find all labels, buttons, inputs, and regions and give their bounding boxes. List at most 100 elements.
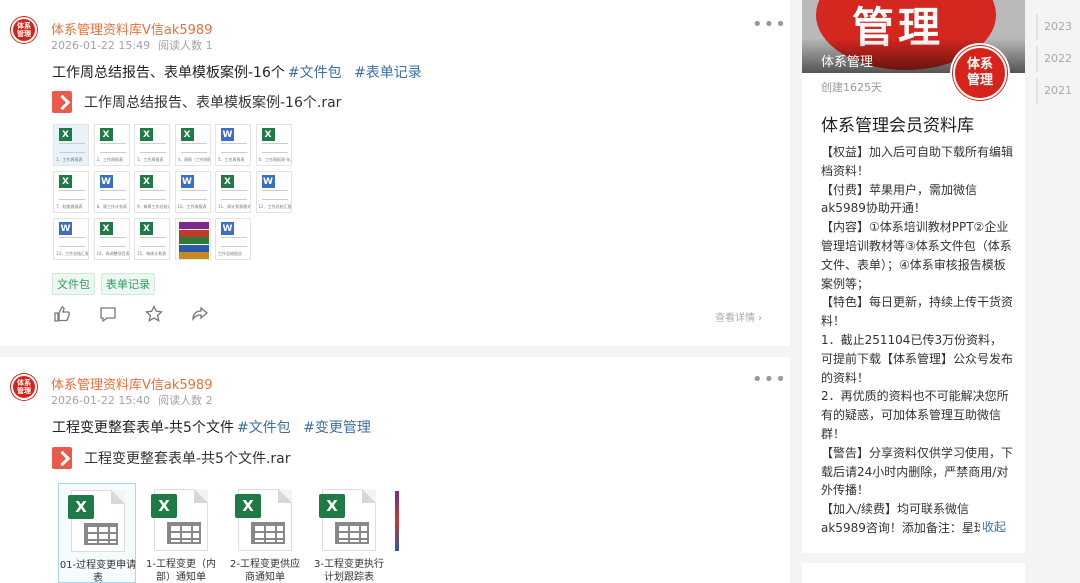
- thumbnail-caption: 6、工作周报表-年度工作周报表: [258, 157, 291, 162]
- document-icon: X: [151, 489, 208, 551]
- thumbnail-caption: 14、周调整项目表: [96, 251, 129, 256]
- post-actions: [52, 304, 210, 324]
- file-thumbnail[interactable]: W 8、周工作计划表: [93, 171, 130, 213]
- sheet-lines: [59, 190, 85, 200]
- year-link[interactable]: 2021: [1036, 78, 1080, 104]
- attachment-name: 工作周总结报告、表单模板案例-16个.rar: [84, 95, 342, 111]
- caption-line: 1-工程变更（内: [146, 559, 216, 570]
- more-icon[interactable]: •••: [752, 369, 787, 390]
- caption-line: 部）通知单: [156, 572, 206, 583]
- sheet-lines: [221, 190, 247, 200]
- like-icon[interactable]: [52, 304, 72, 324]
- thumbnail-caption: 10、工作周报表: [177, 204, 207, 209]
- post-author[interactable]: 体系管理资料库V信ak5989: [51, 19, 212, 38]
- thumbnail-caption: 15、每周计划表（新: [137, 251, 169, 256]
- sheet-lines: [261, 143, 288, 153]
- post-title[interactable]: 工程变更整套表单-共5个文件 #文件包 #变更管理: [52, 417, 371, 437]
- post-reads: 阅读人数 1: [158, 39, 213, 52]
- hashtag-link[interactable]: #表单记录: [354, 65, 422, 81]
- sheet-lines: [140, 143, 166, 153]
- caption-line: 01-过程变更申请: [59, 560, 137, 571]
- excel-icon: X: [140, 128, 153, 141]
- year-link[interactable]: 2022: [1036, 46, 1080, 72]
- file-icon: [52, 91, 72, 113]
- description-paragraph: 【特色】每日更新，持续上传干货资料！: [821, 295, 1013, 329]
- year-link[interactable]: 2023: [1036, 14, 1080, 40]
- avatar[interactable]: 体系管理: [11, 374, 37, 400]
- thumbnail-caption: 2、工作周报表: [96, 157, 124, 162]
- file-thumbnail[interactable]: X 2、工作周报表: [93, 124, 130, 166]
- hashtag-link[interactable]: #文件包: [237, 420, 291, 436]
- post-author[interactable]: 体系管理资料库V信ak5989: [51, 374, 212, 393]
- post-time: 2026-01-22 15:49: [51, 39, 151, 52]
- caption-line: 表: [93, 573, 103, 583]
- file-thumbnail[interactable]: W 13、工作总结汇报表: [53, 218, 89, 260]
- caption-line: 3-工程变更执行: [314, 559, 384, 570]
- file-thumbnail[interactable]: X 2-工程变更供应 商通知单: [226, 483, 304, 583]
- word-icon: W: [59, 222, 72, 235]
- comment-icon[interactable]: [98, 304, 118, 324]
- file-thumbnail[interactable]: X 4、周报（工作周报表: [174, 124, 211, 166]
- excel-icon: X: [140, 175, 153, 188]
- post-title[interactable]: 工作周总结报告、表单模板案例-16个 #文件包 #表单记录: [52, 62, 422, 82]
- file-icon: [52, 447, 72, 469]
- excel-icon: X: [151, 494, 177, 518]
- view-detail-link[interactable]: 查看详情 ›: [715, 309, 762, 324]
- description-paragraph: 【付费】苹果用户，需加微信ak5989协助开通！: [821, 182, 978, 216]
- file-thumbnail[interactable]: [174, 218, 211, 260]
- rar-band: [178, 229, 209, 237]
- topic-chips: 文件包 表单记录: [52, 273, 155, 295]
- file-thumbnail[interactable]: W 12、工作总结汇报表: [255, 171, 292, 213]
- file-thumbnail-partial[interactable]: [395, 491, 399, 551]
- thumbnail-caption: 9、每周工作总结计划: [137, 204, 169, 209]
- file-thumbnail[interactable]: X 01-过程变更申请表: [58, 483, 136, 583]
- file-thumbnail[interactable]: X 3、工作周报表: [134, 124, 170, 166]
- description-paragraph: 【权益】加入后可自助下载所有编辑档资料！: [821, 145, 1013, 178]
- star-icon[interactable]: [144, 304, 164, 324]
- sheet-lines: [99, 237, 126, 247]
- file-thumbnail[interactable]: X 9、每周工作总结计划: [134, 171, 170, 213]
- file-thumbnail[interactable]: X 11、周计划表格式周报周工作情况: [215, 171, 251, 213]
- file-thumbnail[interactable]: W 工作总结报告: [215, 218, 251, 260]
- thumbnail-caption: 3、工作周报表: [137, 157, 164, 162]
- collapse-link[interactable]: 收起: [980, 518, 1007, 535]
- document-icon: X: [235, 489, 292, 551]
- post-time: 2026-01-22 15:40: [51, 394, 151, 407]
- file-thumbnail[interactable]: X 15、每周计划表（新: [134, 218, 170, 260]
- attachment-link[interactable]: 工程变更整套表单-共5个文件.rar: [52, 447, 291, 469]
- sheet-lines: [99, 143, 126, 153]
- sheet-lines: [180, 143, 207, 153]
- group-name: 体系管理会员资料库: [821, 116, 974, 136]
- topic-chip[interactable]: 表单记录: [101, 273, 155, 295]
- hashtag-link[interactable]: #文件包: [288, 65, 342, 81]
- document-icon: X: [68, 490, 125, 552]
- file-thumbnail[interactable]: W 5、工作周报表: [215, 124, 251, 166]
- post-title-text: 工程变更整套表单-共5个文件: [52, 420, 234, 436]
- sheet-lines: [59, 237, 85, 247]
- more-icon[interactable]: •••: [752, 14, 787, 35]
- sheet-lines: [180, 190, 207, 200]
- file-thumbnail[interactable]: X 14、周调整项目表: [93, 218, 130, 260]
- topic-chip[interactable]: 文件包: [52, 273, 95, 295]
- attachment-link[interactable]: 工作周总结报告、表单模板案例-16个.rar: [52, 91, 341, 113]
- avatar[interactable]: 体系管理: [11, 17, 37, 43]
- share-icon[interactable]: [190, 304, 210, 324]
- created-days: 创建1625天: [821, 81, 882, 94]
- description-paragraph: 【警告】分享资料仅供学习使用，下载后请24小时内删除，严禁商用/对外传播！: [821, 445, 1013, 498]
- file-thumbnail[interactable]: X 1、工作周报表: [53, 124, 89, 166]
- group-logo: 体系管理: [950, 43, 1010, 103]
- file-caption: 01-过程变更申请表: [59, 559, 137, 583]
- rar-band: [178, 252, 209, 259]
- file-thumbnail[interactable]: X 3-工程变更执行 计划跟踪表: [310, 483, 388, 583]
- file-thumbnail[interactable]: X 6、工作周报表-年度工作周报表: [255, 124, 292, 166]
- file-thumbnail[interactable]: X 1-工程变更（内 部）通知单: [142, 483, 220, 583]
- post-title-text: 工作周总结报告、表单模板案例-16个: [52, 65, 285, 81]
- rar-band: [178, 237, 209, 244]
- sheet-lines: [261, 190, 288, 200]
- thumbnail-caption: 1、工作周报表: [56, 157, 83, 162]
- hashtag-link[interactable]: #变更管理: [303, 420, 371, 436]
- caption-line: 2-工程变更供应: [230, 559, 300, 570]
- file-thumbnail[interactable]: W 10、工作周报表: [174, 171, 211, 213]
- file-thumbnail[interactable]: X 7、制度周报表: [53, 171, 89, 213]
- excel-icon: X: [261, 128, 275, 141]
